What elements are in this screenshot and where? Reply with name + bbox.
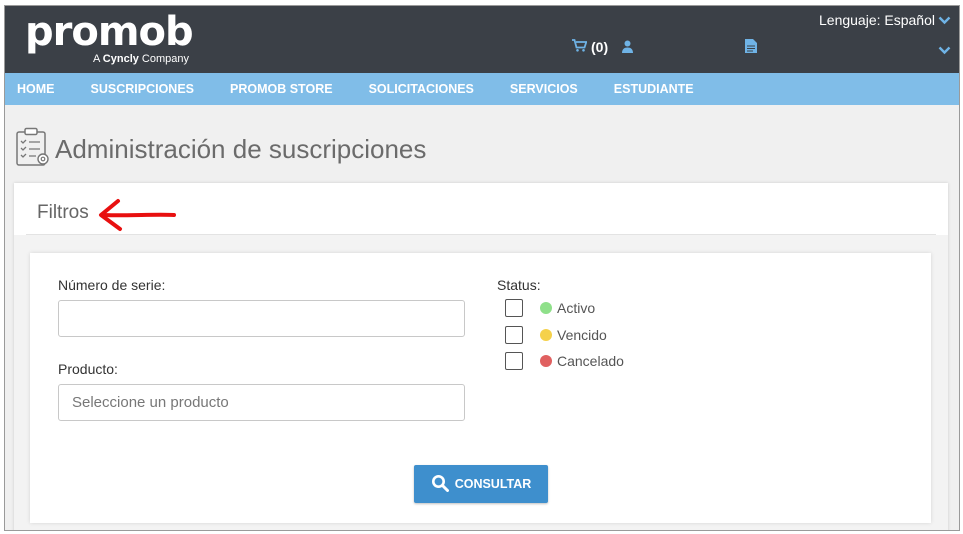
product-placeholder: Seleccione un producto — [72, 394, 229, 411]
product-select[interactable]: Seleccione un producto — [58, 384, 465, 421]
cart-button[interactable]: (0) — [572, 39, 608, 55]
status-label: Status: — [497, 277, 541, 293]
top-header: promob A Cyncly Company (0) Lenguaje: Es… — [5, 6, 959, 73]
app-window: promob A Cyncly Company (0) Lenguaje: Es… — [4, 5, 960, 531]
annotation-arrow-icon — [94, 197, 178, 238]
nav-item-promob-store[interactable]: PROMOB STORE — [212, 82, 351, 96]
logo-sub-suffix: Company — [138, 53, 190, 65]
promob-logo[interactable]: promob A Cyncly Company — [25, 9, 194, 65]
language-label: Lenguaje: Español — [819, 12, 935, 28]
serial-number-input[interactable] — [58, 300, 465, 337]
filters-card-header: Filtros — [14, 183, 948, 234]
logo-sub-brand: Cyncly — [102, 53, 139, 65]
nav-item-solicitaciones[interactable]: SOLICITACIONES — [351, 82, 492, 96]
product-label: Producto: — [58, 361, 118, 377]
clipboard-icon — [15, 127, 51, 172]
user-icon[interactable] — [621, 40, 634, 58]
status-checkbox-activo[interactable] — [505, 299, 523, 317]
header-menu-chevron-icon[interactable] — [938, 42, 951, 60]
status-dot-cancelado — [540, 355, 552, 367]
status-checkbox-vencido[interactable] — [505, 326, 523, 344]
cart-icon — [572, 39, 588, 55]
filters-card: Filtros Número de serie: Producto: Selec… — [14, 183, 948, 530]
filters-title: Filtros — [37, 202, 89, 223]
nav-item-suscripciones[interactable]: SUSCRIPCIONES — [73, 82, 213, 96]
status-option-cancelado[interactable]: Cancelado — [505, 352, 624, 370]
cart-count: (0) — [591, 39, 609, 55]
status-label-activo: Activo — [557, 300, 596, 316]
logo-text: promob — [25, 9, 194, 55]
nav-item-home[interactable]: HOME — [5, 82, 73, 96]
language-selector[interactable]: Lenguaje: Español — [819, 12, 951, 28]
status-label-cancelado: Cancelado — [557, 353, 624, 369]
chevron-down-icon — [938, 12, 951, 28]
search-icon — [431, 474, 449, 495]
page-title: Administración de suscripciones — [55, 134, 427, 164]
status-label-vencido: Vencido — [557, 327, 607, 343]
page-title-row: Administración de suscripciones — [15, 127, 426, 172]
status-option-activo[interactable]: Activo — [505, 299, 595, 317]
serial-number-label: Número de serie: — [58, 277, 166, 293]
status-dot-vencido — [540, 329, 552, 341]
status-checkbox-cancelado[interactable] — [505, 352, 523, 370]
status-option-vencido[interactable]: Vencido — [505, 326, 607, 344]
logo-subtitle: A Cyncly Company — [93, 53, 189, 65]
logo-sub-prefix: A — [93, 53, 103, 65]
main-nav: HOME SUSCRIPCIONES PROMOB STORE SOLICITA… — [5, 73, 959, 105]
filters-form: Número de serie: Producto: Seleccione un… — [30, 253, 931, 523]
consultar-label: CONSULTAR — [454, 477, 532, 491]
status-dot-activo — [540, 302, 552, 314]
document-icon[interactable] — [745, 39, 757, 58]
nav-item-estudiante[interactable]: ESTUDIANTE — [596, 82, 712, 96]
nav-item-servicios[interactable]: SERVICIOS — [492, 82, 596, 96]
consultar-button[interactable]: CONSULTAR — [414, 465, 548, 503]
